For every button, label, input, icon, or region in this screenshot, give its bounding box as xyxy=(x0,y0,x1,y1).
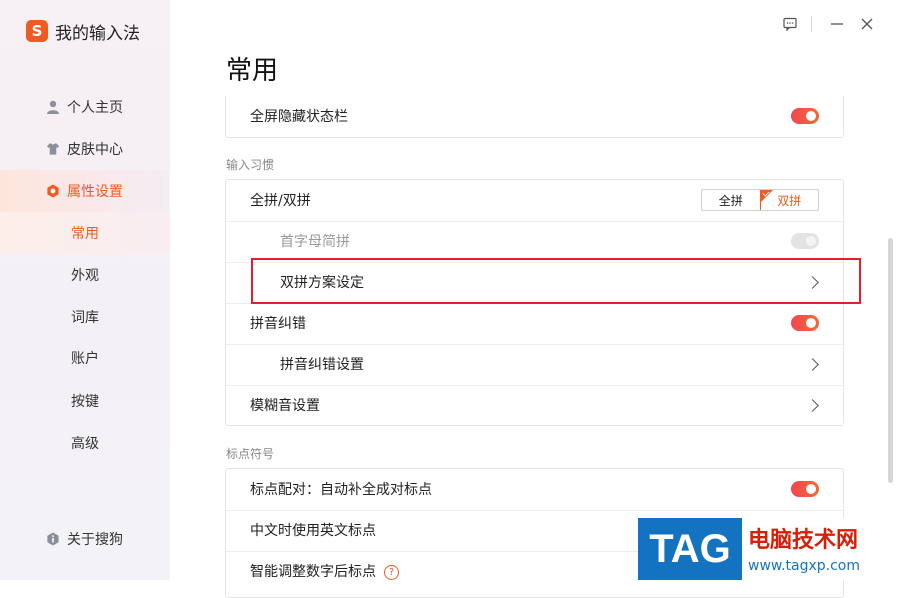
setting-label: 全屏隐藏状态栏 xyxy=(250,109,348,125)
punct-pairing-toggle[interactable] xyxy=(791,481,819,497)
sidebar-item-profile[interactable]: 个人主页 xyxy=(0,86,170,128)
setting-label: 首字母简拼 xyxy=(280,234,350,250)
user-icon xyxy=(46,100,60,114)
setting-row-fuzzy[interactable]: 模糊音设置 xyxy=(226,385,843,425)
pinyin-mode-segmented: 全拼 双拼 xyxy=(701,189,819,211)
shirt-icon xyxy=(46,142,60,156)
initials-toggle[interactable] xyxy=(791,233,819,249)
chevron-right-icon xyxy=(806,398,819,412)
about-label: 关于搜狗 xyxy=(67,532,123,548)
app-name: 我的输入法 xyxy=(55,23,140,44)
sidebar-item-label: 属性设置 xyxy=(67,184,123,200)
annotation-highlight-box xyxy=(251,258,861,304)
app-title: S 我的输入法 xyxy=(26,18,140,44)
sidebar: S 我的输入法 个人主页 皮肤中心 属性设置 常用 外观 词库 账户 按键 高级… xyxy=(0,0,170,580)
scrollbar[interactable] xyxy=(888,238,893,483)
section-label-input: 输入习惯 xyxy=(226,158,275,172)
pinyin-correction-toggle[interactable] xyxy=(791,315,819,331)
setting-label: 中文时使用英文标点 xyxy=(250,523,376,539)
option-shuangpin[interactable]: 双拼 xyxy=(759,190,818,210)
page-title: 常用 xyxy=(226,56,279,86)
watermark-url: www.tagxp.com xyxy=(748,558,860,574)
watermark-text-block: 电脑技术网 www.tagxp.com xyxy=(742,518,900,580)
setting-label: 拼音纠错 xyxy=(250,316,306,332)
setting-label: 拼音纠错设置 xyxy=(280,357,364,373)
sidebar-item-label: 个人主页 xyxy=(67,100,123,116)
sidebar-subitem-account[interactable]: 账户 xyxy=(0,337,170,379)
sidebar-subitem-lexicon[interactable]: 词库 xyxy=(0,296,170,338)
watermark-tag-logo: TAG xyxy=(638,518,742,580)
setting-row-pinyin-correction: 拼音纠错 xyxy=(226,303,843,343)
setting-row-quanpin-shuangpin: 全拼/双拼 全拼 双拼 xyxy=(226,180,843,220)
hexagon-gear-icon xyxy=(46,184,60,198)
settings-card-top: 全屏隐藏状态栏 xyxy=(225,96,844,138)
chevron-right-icon xyxy=(806,357,819,371)
divider xyxy=(811,16,812,32)
sidebar-item-skins[interactable]: 皮肤中心 xyxy=(0,128,170,170)
minimize-icon[interactable] xyxy=(824,12,850,36)
close-icon[interactable] xyxy=(854,12,880,36)
sidebar-item-settings[interactable]: 属性设置 xyxy=(0,170,170,212)
fullscreen-hide-toggle[interactable] xyxy=(791,108,819,124)
sidebar-item-label: 皮肤中心 xyxy=(67,142,123,158)
watermark: TAG 电脑技术网 www.tagxp.com xyxy=(638,518,900,580)
sidebar-subitem-keys[interactable]: 按键 xyxy=(0,380,170,422)
sogou-logo-icon: S xyxy=(26,20,48,42)
sidebar-subitem-common[interactable]: 常用 xyxy=(0,212,170,254)
setting-label: 智能调整数字后标点? xyxy=(250,561,399,581)
setting-row-fullscreen-hide: 全屏隐藏状态栏 xyxy=(226,96,843,136)
option-quanpin[interactable]: 全拼 xyxy=(702,190,760,210)
info-icon xyxy=(46,532,60,546)
section-label-punctuation: 标点符号 xyxy=(226,447,275,461)
sidebar-subitem-advanced[interactable]: 高级 xyxy=(0,422,170,464)
watermark-site-name: 电脑技术网 xyxy=(748,528,859,553)
help-icon[interactable]: ? xyxy=(384,564,399,580)
setting-row-punct-pairing: 标点配对：自动补全成对标点 xyxy=(226,469,843,509)
setting-label: 模糊音设置 xyxy=(250,398,320,414)
feedback-icon[interactable] xyxy=(777,12,803,36)
setting-label: 全拼/双拼 xyxy=(250,193,311,209)
setting-label: 标点配对：自动补全成对标点 xyxy=(250,482,432,498)
about-sogou-link[interactable]: 关于搜狗 xyxy=(0,525,170,553)
sidebar-subitem-appearance[interactable]: 外观 xyxy=(0,254,170,296)
window-controls xyxy=(773,12,880,36)
setting-row-initials: 首字母简拼 xyxy=(226,221,843,261)
setting-row-correction-settings[interactable]: 拼音纠错设置 xyxy=(226,344,843,384)
